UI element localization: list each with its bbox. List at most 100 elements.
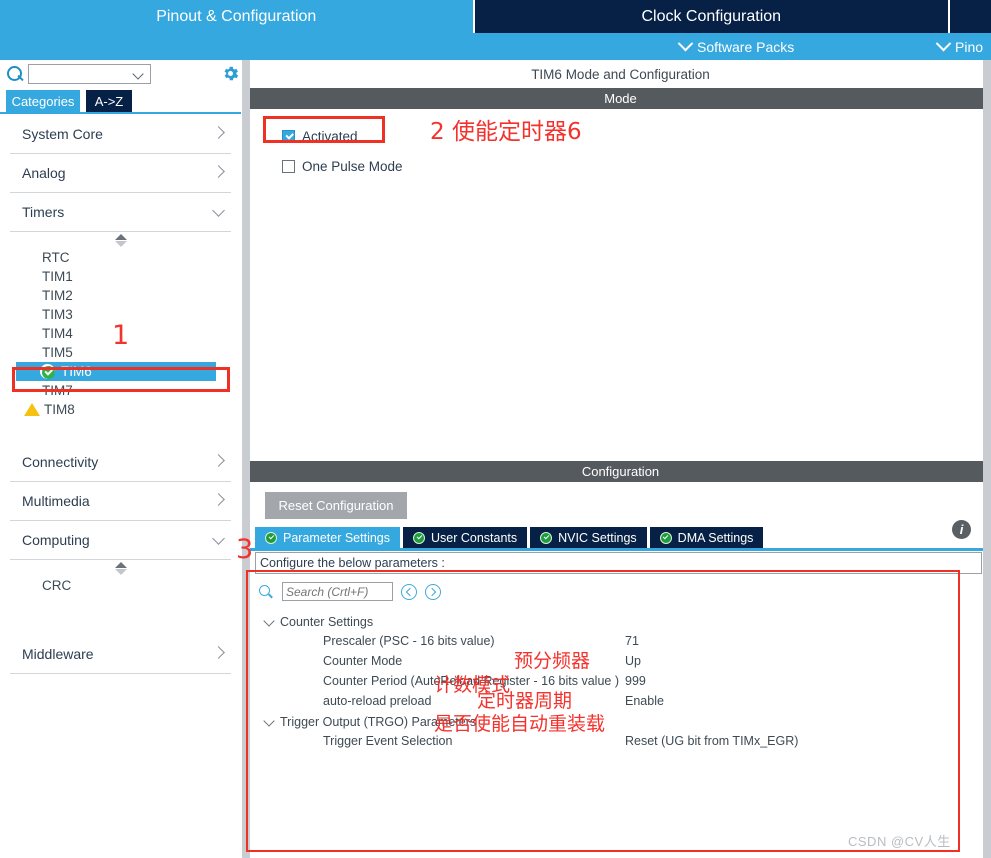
sidebar-item-middleware[interactable]: Middleware [10,635,231,674]
sidebar-item-timers-label: Timers [22,204,65,220]
one-pulse-mode-label: One Pulse Mode [302,159,403,174]
peripheral-item-tim7[interactable]: TIM7 [0,381,241,400]
tab-pinout-configuration[interactable]: Pinout & Configuration [0,0,473,33]
check-circle-icon-dma [659,531,672,544]
chevron-right-icon-3 [212,454,225,467]
param-row-auto-reload-preload[interactable]: auto-reload preload Enable [255,692,982,712]
peripheral-item-crc[interactable]: CRC [0,576,241,595]
activated-label: Activated [302,129,358,144]
sidebar-item-timers[interactable]: Timers [10,193,231,232]
peripheral-item-tim3-label: TIM3 [42,307,73,322]
peripheral-item-tim8[interactable]: TIM8 [0,400,241,419]
sidebar-item-multimedia[interactable]: Multimedia [10,482,231,521]
tab-a-to-z[interactable]: A->Z [86,90,132,112]
tab-next-partial[interactable] [950,0,991,33]
search-prev-icon[interactable] [401,583,417,600]
sidebar-search-row [0,60,241,88]
sidebar-item-middleware-label: Middleware [22,646,94,662]
peripheral-item-tim3[interactable]: TIM3 [0,305,241,324]
category-sidebar: Categories A->Z System Core Analog Timer… [0,60,241,858]
activated-checkbox-row[interactable]: Activated [282,129,358,144]
configuration-panel: TIM6 Mode and Configuration Mode Activat… [250,60,991,858]
one-pulse-mode-checkbox[interactable] [282,160,295,173]
timers-peripheral-list: RTC TIM1 TIM2 TIM3 TIM4 TIM5 TIM6 TIM7 T… [0,248,241,419]
chevron-right-icon-4 [212,493,225,506]
reset-configuration-label: Reset Configuration [278,498,394,513]
info-icon[interactable]: i [952,520,971,539]
param-row-auto-reload-preload-name: auto-reload preload [323,694,432,708]
mode-section-header: Mode [250,88,991,109]
peripheral-item-tim7-label: TIM7 [42,383,73,398]
tab-dma-settings-label: DMA Settings [677,530,754,545]
param-row-counter-period[interactable]: Counter Period (AutoReload Register - 16… [255,672,982,692]
peripheral-item-tim4[interactable]: TIM4 [0,324,241,343]
scroll-up-icon-2 [115,562,127,568]
sidebar-item-system-core-label: System Core [22,126,103,142]
parameter-tree: Counter Settings Prescaler (PSC - 16 bit… [255,612,982,752]
sidebar-item-connectivity-label: Connectivity [22,454,99,470]
peripheral-item-tim5[interactable]: TIM5 [0,343,241,362]
computing-list-spacer [0,595,241,635]
param-row-trigger-event-selection[interactable]: Trigger Event Selection Reset (UG bit fr… [255,732,982,752]
sidebar-item-system-core[interactable]: System Core [10,115,231,154]
watermark: CSDN @CV人生 [848,834,951,849]
timers-scroll-spinner[interactable] [0,232,241,248]
tab-parameter-settings[interactable]: Parameter Settings [255,527,400,548]
check-circle-icon-param [265,531,277,544]
chevron-down-icon-2 [935,35,952,52]
right-scrollbar-track[interactable] [983,60,991,858]
peripheral-item-tim6-label: TIM6 [61,364,92,379]
software-packs-menu[interactable]: Software Packs [677,33,794,60]
configuration-tabs: Parameter Settings User Constants NVIC S… [255,527,764,548]
parameter-search-row [255,574,982,604]
reset-configuration-button[interactable]: Reset Configuration [265,492,407,519]
group-trigger-output[interactable]: Trigger Output (TRGO) Parameters [255,712,982,732]
peripheral-item-tim6[interactable]: TIM6 [16,362,216,381]
timers-list-spacer [0,419,241,443]
computing-scroll-spinner[interactable] [0,560,241,576]
param-row-counter-period-value: 999 [625,674,646,688]
configuration-tabs-underline [250,548,991,551]
peripheral-item-tim1[interactable]: TIM1 [0,267,241,286]
sidebar-tabs-underline [0,112,241,114]
tab-nvic-settings[interactable]: NVIC Settings [530,527,647,548]
param-row-prescaler[interactable]: Prescaler (PSC - 16 bits value) 71 [255,632,982,652]
peripheral-item-tim5-label: TIM5 [42,345,73,360]
sidebar-item-connectivity[interactable]: Connectivity [10,443,231,482]
chevron-right-icon-5 [212,646,225,659]
parameter-search-input[interactable] [282,582,393,601]
one-pulse-mode-checkbox-row[interactable]: One Pulse Mode [282,159,403,174]
chevron-right-icon-2 [212,165,225,178]
configuration-section-header: Configuration [250,461,991,482]
scroll-down-icon-2 [115,569,127,575]
peripheral-item-tim2[interactable]: TIM2 [0,286,241,305]
peripheral-item-tim1-label: TIM1 [42,269,73,284]
activated-checkbox[interactable] [282,130,295,143]
page-title-label: TIM6 Mode and Configuration [531,66,710,82]
chevron-down-icon [677,35,694,52]
pinout-menu[interactable]: Pino [935,33,983,60]
param-row-prescaler-name: Prescaler (PSC - 16 bits value) [323,634,495,648]
tab-dma-settings[interactable]: DMA Settings [649,527,764,548]
tab-user-constants[interactable]: User Constants [403,527,528,548]
param-row-counter-mode[interactable]: Counter Mode Up [255,652,982,672]
gear-icon[interactable] [221,64,240,83]
tab-clock-configuration[interactable]: Clock Configuration [474,0,949,33]
group-counter-settings[interactable]: Counter Settings [255,612,982,632]
category-list: System Core Analog Timers RTC TIM1 TIM2 … [0,115,241,674]
sidebar-search-input[interactable] [28,64,151,84]
tab-categories[interactable]: Categories [6,90,80,112]
check-circle-icon-nvic [540,531,553,544]
search-icon [4,63,26,85]
peripheral-item-rtc-label: RTC [42,250,70,265]
sidebar-splitter[interactable] [241,60,250,858]
sidebar-view-tabs: Categories A->Z [0,90,241,113]
param-row-auto-reload-preload-value: Enable [625,694,664,708]
sidebar-item-computing[interactable]: Computing [10,521,231,560]
configure-note: Configure the below parameters : [255,552,982,574]
peripheral-item-rtc[interactable]: RTC [0,248,241,267]
search-next-icon[interactable] [425,583,441,600]
peripheral-item-tim2-label: TIM2 [42,288,73,303]
mode-section-body: Activated One Pulse Mode [250,109,991,461]
sidebar-item-analog[interactable]: Analog [10,154,231,193]
